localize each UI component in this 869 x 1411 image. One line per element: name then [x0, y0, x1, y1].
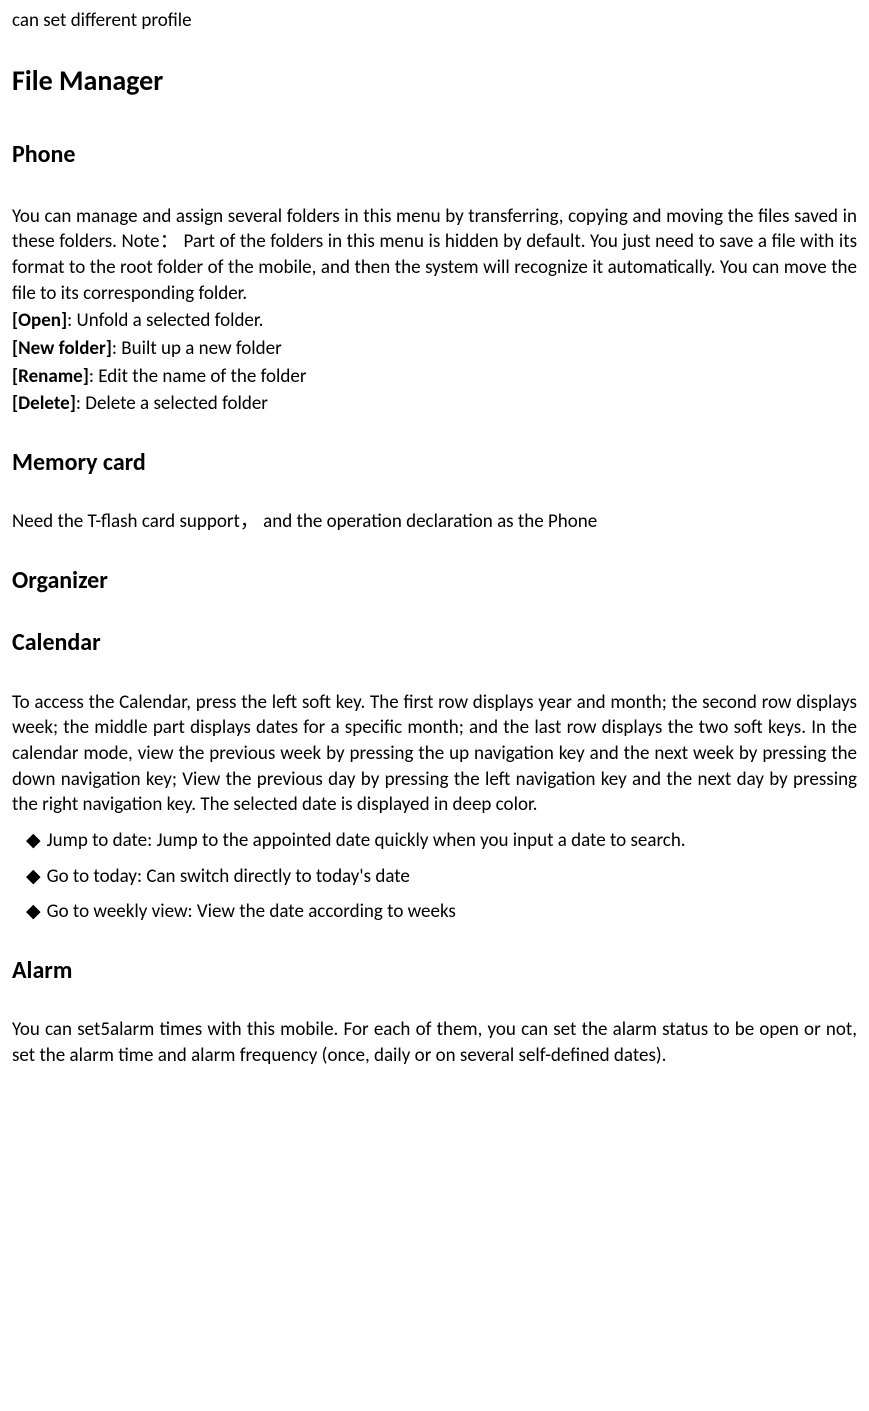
- calendar-heading: Calendar: [12, 627, 857, 659]
- def-rename-label: [Rename]: [12, 365, 89, 388]
- def-newfolder-text: : Built up a new folder: [112, 337, 282, 360]
- alarm-paragraph: You can set5alarm times with this mobile…: [12, 1017, 857, 1068]
- diamond-icon: ◆: [26, 828, 41, 854]
- def-open-text: : Unfold a selected folder.: [67, 309, 263, 332]
- diamond-icon: ◆: [26, 899, 41, 925]
- def-rename: [Rename]: Edit the name of the folder: [12, 364, 857, 390]
- def-delete-label: [Delete]: [12, 392, 76, 415]
- phone-heading: Phone: [12, 139, 857, 171]
- calendar-bullet-3: ◆ Go to weekly view: View the date accord…: [12, 899, 857, 925]
- def-open: [Open]: Unfold a selected folder.: [12, 308, 857, 334]
- calendar-bullet-1: ◆ Jump to date: Jump to the appointed dat…: [12, 828, 857, 854]
- def-newfolder-label: [New folder]: [12, 337, 112, 360]
- calendar-paragraph: To access the Calendar, press the left s…: [12, 690, 857, 818]
- intro-text: can set different profile: [12, 8, 857, 34]
- file-manager-heading: File Manager: [12, 62, 857, 100]
- memory-card-heading: Memory card: [12, 447, 857, 479]
- calendar-bullet-3-text: Go to weekly view: View the date accordi…: [47, 900, 456, 923]
- calendar-bullet-2-text: Go to today: Can switch directly to toda…: [47, 865, 410, 888]
- def-open-label: [Open]: [12, 309, 67, 332]
- phone-paragraph: You can manage and assign several folder…: [12, 204, 857, 307]
- memory-card-paragraph: Need the T-flash card support， and the o…: [12, 509, 857, 535]
- def-newfolder: [New folder]: Built up a new folder: [12, 336, 857, 362]
- organizer-heading: Organizer: [12, 565, 857, 597]
- def-rename-text: : Edit the name of the folder: [89, 365, 307, 388]
- def-delete: [Delete]: Delete a selected folder: [12, 391, 857, 417]
- def-delete-text: : Delete a selected folder: [76, 392, 268, 415]
- alarm-heading: Alarm: [12, 955, 857, 987]
- calendar-bullet-2: ◆ Go to today: Can switch directly to tod…: [12, 864, 857, 890]
- calendar-bullet-1-text: Jump to date: Jump to the appointed date…: [47, 829, 686, 852]
- diamond-icon: ◆: [26, 864, 41, 890]
